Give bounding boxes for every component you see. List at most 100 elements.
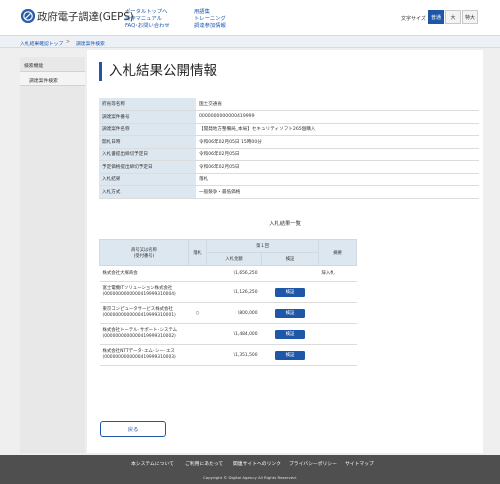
- info-label: 入札書提出締切予定日: [99, 148, 196, 161]
- company-name-text: 東京コンピュータサービス株式会社: [102, 307, 173, 312]
- info-label: 調達案件番号: [99, 110, 196, 124]
- table-row: 株式会社トーテル･サポート･システム (00000000000004199993…: [99, 323, 357, 345]
- breadcrumb-top-link[interactable]: 入札結果確認トップ: [20, 40, 63, 47]
- round-header: 第１回: [205, 239, 320, 253]
- company-name-text: 株式会社トーテル･サポート･システム: [102, 328, 178, 333]
- company-name: 東京コンピュータサービス株式会社 (0000000000000419999310…: [99, 302, 189, 324]
- info-value: 一般競争・最低価格: [196, 185, 479, 199]
- info-row: 入札結果 落札: [99, 173, 479, 186]
- bid-amount: \1,126,250: [206, 281, 262, 303]
- info-label: 入札結果: [99, 173, 196, 186]
- company-name: 株式会社大塚商会: [99, 265, 189, 282]
- bid-amount: \1,656,250: [206, 265, 262, 282]
- bid-info-link[interactable]: 調達参加情報: [194, 21, 226, 29]
- company-name: 富士電機ITソリューション株式会社 (000000000000041999931…: [99, 281, 189, 303]
- info-value: 国土交通省: [196, 98, 479, 111]
- verify-button[interactable]: 検証: [275, 287, 305, 297]
- bid-amount: \1,484,000: [206, 323, 262, 345]
- site-header: 政府電子調達(GEPS) ポータルトップへ 操作マニュアル FAQ･お問い合わせ…: [0, 0, 500, 35]
- results-table: 商号又は名称 (受付番号) 落札 第１回 摘要 入札金額 検証 株式会社大塚商会…: [99, 239, 358, 366]
- footer-link-about[interactable]: 本システムについて: [131, 460, 174, 467]
- info-table: 府省等名称 国土交通省 調達案件番号 0000000000000419999 調…: [99, 98, 479, 199]
- company-name-text: 株式会社NTTデータ･エム･シー･エス: [102, 349, 175, 354]
- table-row: 東京コンピュータサービス株式会社 (0000000000000419999310…: [99, 302, 357, 324]
- faq-link[interactable]: FAQ･お問い合わせ: [125, 21, 170, 29]
- company-header-sub: (受付番号): [133, 253, 155, 259]
- back-button[interactable]: 戻る: [100, 421, 166, 437]
- sidebar: 検索機能 調達案件検索: [20, 57, 85, 453]
- footer-link-related[interactable]: 関連サイトへのリンク: [233, 460, 281, 467]
- font-size-label: 文字サイズ: [401, 16, 426, 22]
- site-title[interactable]: 政府電子調達(GEPS): [37, 9, 134, 24]
- geps-logo-icon[interactable]: [21, 9, 35, 23]
- company-header-label: 商号又は名称: [131, 247, 157, 253]
- remarks: [318, 302, 357, 324]
- sidebar-heading: 検索機能: [20, 57, 85, 72]
- info-label: 入札方式: [99, 185, 196, 199]
- award-mark: [188, 265, 207, 282]
- verify-cell: 検証: [261, 302, 319, 324]
- font-size-xlarge-button[interactable]: 特大: [462, 10, 478, 24]
- verify-cell: 検証: [261, 281, 319, 303]
- info-value: 令和06年02月05日: [196, 148, 479, 161]
- award-mark: ○: [188, 302, 207, 324]
- company-name: 株式会社トーテル･サポート･システム (00000000000004199993…: [99, 323, 189, 345]
- info-value: 【開発地方整備局_本局】セキュリティソフト265個購入: [196, 123, 479, 136]
- info-row: 調達案件番号 0000000000000419999: [99, 110, 479, 124]
- award-header: 落札: [188, 239, 207, 266]
- award-mark: [188, 281, 207, 303]
- sidebar-item-search[interactable]: 調達案件検索: [20, 72, 85, 86]
- table-row: 富士電機ITソリューション株式会社 (000000000000041999931…: [99, 281, 357, 303]
- verify-cell: [261, 265, 319, 282]
- main-content: 入札結果公開情報 府省等名称 国土交通省 調達案件番号 000000000000…: [87, 50, 483, 453]
- info-label: 予定価格提出締切予定日: [99, 160, 196, 174]
- company-name-text: 富士電機ITソリューション株式会社: [102, 286, 173, 291]
- verify-button[interactable]: 検証: [275, 350, 305, 360]
- site-footer: 本システムについて ご利用にあたって 関連サイトへのリンク プライバシーポリシー…: [0, 455, 500, 484]
- breadcrumb-separator: >: [66, 40, 71, 45]
- info-row: 入札書提出締切予定日 令和06年02月05日: [99, 148, 479, 161]
- results-title: 入札結果一覧: [269, 221, 301, 227]
- remarks: [318, 344, 357, 366]
- remarks-header: 摘要: [318, 239, 358, 266]
- remarks: [318, 323, 357, 345]
- verify-cell: 検証: [261, 344, 319, 366]
- info-value: 落札: [196, 173, 479, 186]
- verify-button[interactable]: 検証: [275, 329, 305, 339]
- info-label: 調達案件名称: [99, 123, 196, 136]
- info-value: 令和06年02月05日 15時00分: [196, 135, 479, 149]
- info-row: 入札方式 一般競争・最低価格: [99, 185, 479, 199]
- table-row: 株式会社NTTデータ･エム･シー･エス (0000000000000419999…: [99, 344, 357, 366]
- receipt-number: (0000000000000419999310004): [102, 292, 176, 297]
- info-label: 府省等名称: [99, 98, 196, 111]
- remarks: [318, 281, 357, 303]
- copyright: Copyright © Digital Agency All Rights Re…: [203, 475, 297, 480]
- info-row: 調達案件名称 【開発地方整備局_本局】セキュリティソフト265個購入: [99, 123, 479, 136]
- company-name: 株式会社NTTデータ･エム･シー･エス (0000000000000419999…: [99, 344, 189, 366]
- bid-amount: \800,000: [206, 302, 262, 324]
- footer-link-privacy[interactable]: プライバシーポリシー: [289, 460, 337, 467]
- company-header: 商号又は名称 (受付番号): [99, 239, 189, 266]
- bid-amount: \1,351,500: [206, 344, 262, 366]
- info-value: 0000000000000419999: [196, 110, 479, 124]
- receipt-number: (0000000000000419999310002): [102, 334, 176, 339]
- font-size-normal-button[interactable]: 普通: [428, 10, 444, 24]
- verify-cell: 検証: [261, 323, 319, 345]
- footer-link-usage[interactable]: ご利用にあたって: [185, 460, 223, 467]
- breadcrumb-current[interactable]: 調達案件検索: [76, 40, 105, 47]
- verify-header: 検証: [260, 252, 320, 266]
- info-row: 予定価格提出締切予定日 令和06年02月05日: [99, 160, 479, 174]
- footer-link-sitemap[interactable]: サイトマップ: [345, 460, 374, 467]
- table-row: 株式会社大塚商会 \1,656,250 辞入札: [99, 265, 357, 282]
- font-size-large-button[interactable]: 大: [445, 10, 461, 24]
- page-title: 入札結果公開情報: [99, 62, 217, 81]
- remarks: 辞入札: [318, 265, 357, 282]
- award-mark: [188, 344, 207, 366]
- receipt-number: (0000000000000419999310003): [102, 355, 176, 360]
- company-name-text: 株式会社大塚商会: [102, 270, 138, 276]
- verify-button[interactable]: 検証: [275, 308, 305, 318]
- info-value: 令和06年02月05日: [196, 160, 479, 174]
- award-mark: [188, 323, 207, 345]
- info-row: 開札日時 令和06年02月05日 15時00分: [99, 135, 479, 149]
- breadcrumb: 入札結果確認トップ > 調達案件検索: [0, 35, 500, 48]
